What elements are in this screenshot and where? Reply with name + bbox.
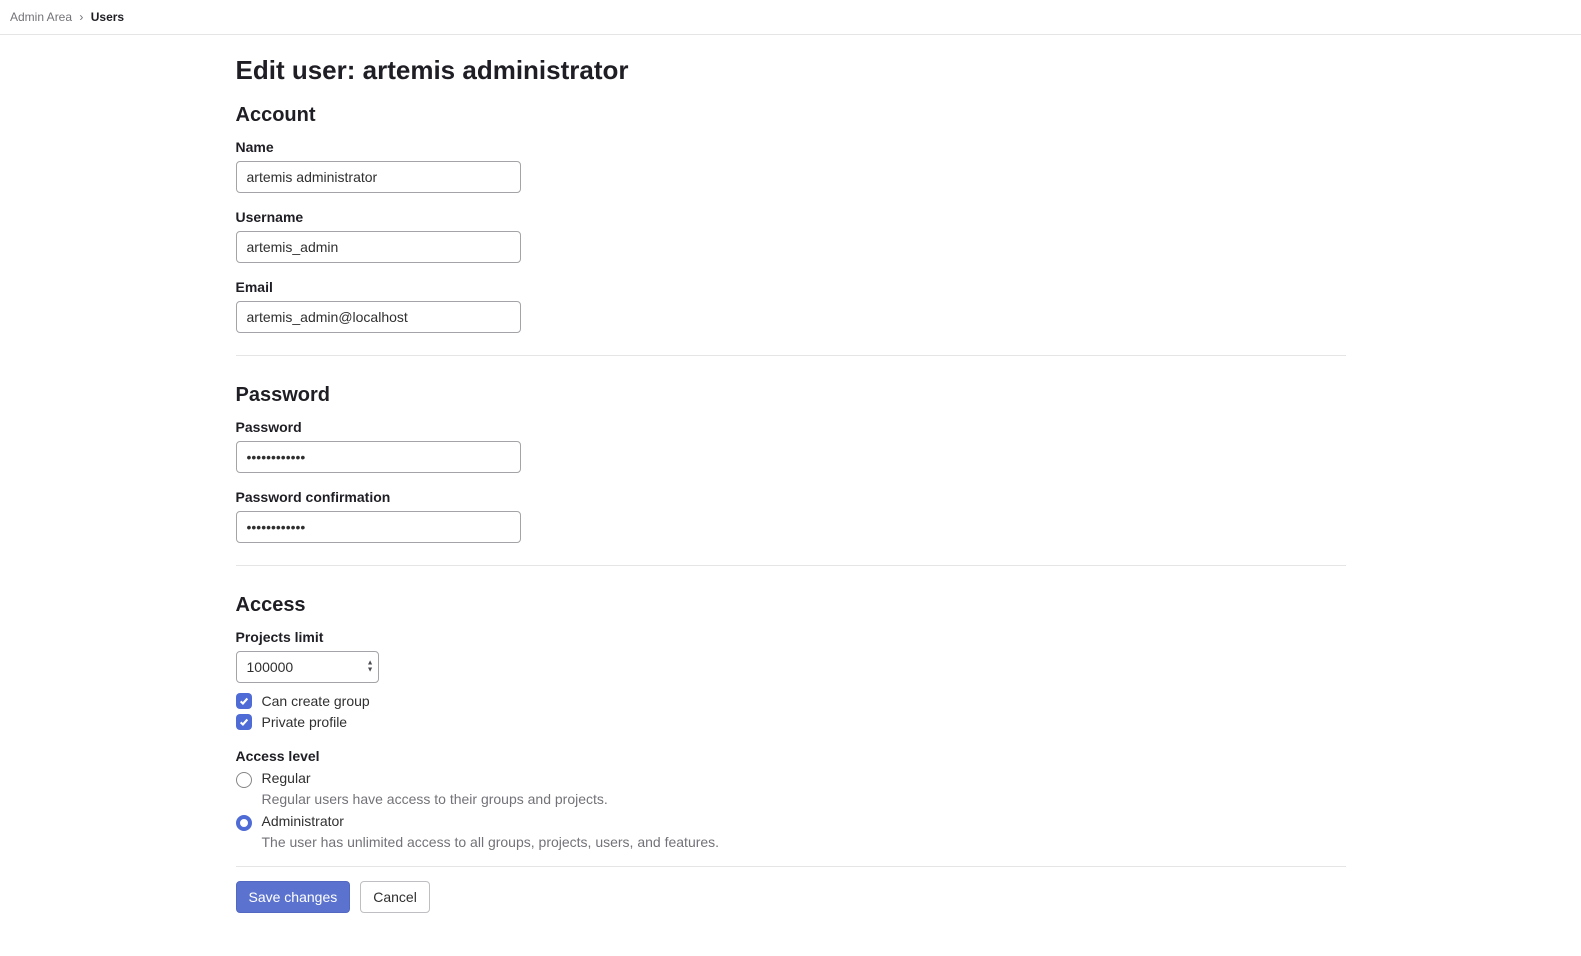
email-input[interactable] (236, 301, 521, 333)
password-label: Password (236, 419, 1346, 435)
name-label: Name (236, 139, 1346, 155)
account-section-title: Account (236, 104, 1346, 127)
access-level-regular-label[interactable]: Regular (262, 770, 311, 786)
page-title: Edit user: artemis administrator (236, 55, 1346, 86)
breadcrumb: Admin Area › Users (0, 0, 1581, 35)
name-input[interactable] (236, 161, 521, 193)
can-create-group-label[interactable]: Can create group (262, 693, 370, 709)
breadcrumb-admin-area[interactable]: Admin Area (10, 10, 72, 24)
access-section-title: Access (236, 594, 1346, 617)
divider (236, 565, 1346, 566)
projects-limit-input[interactable] (236, 651, 379, 683)
breadcrumb-current: Users (91, 10, 124, 24)
check-icon (239, 696, 249, 706)
can-create-group-checkbox[interactable] (236, 693, 252, 709)
password-input[interactable] (236, 441, 521, 473)
username-input[interactable] (236, 231, 521, 263)
password-confirm-input[interactable] (236, 511, 521, 543)
private-profile-label[interactable]: Private profile (262, 714, 348, 730)
password-section-title: Password (236, 384, 1346, 407)
projects-limit-label: Projects limit (236, 629, 1346, 645)
access-level-label: Access level (236, 748, 1346, 764)
divider (236, 355, 1346, 356)
access-level-admin-radio[interactable] (236, 815, 252, 831)
cancel-button[interactable]: Cancel (360, 881, 430, 913)
divider (236, 866, 1346, 867)
password-confirm-label: Password confirmation (236, 489, 1346, 505)
access-level-admin-label[interactable]: Administrator (262, 813, 344, 829)
save-button[interactable]: Save changes (236, 881, 351, 913)
access-level-regular-help: Regular users have access to their group… (262, 791, 1346, 807)
breadcrumb-separator: › (79, 10, 83, 24)
username-label: Username (236, 209, 1346, 225)
access-level-admin-help: The user has unlimited access to all gro… (262, 834, 1346, 850)
email-label: Email (236, 279, 1346, 295)
access-level-regular-radio[interactable] (236, 772, 252, 788)
check-icon (239, 717, 249, 727)
private-profile-checkbox[interactable] (236, 714, 252, 730)
